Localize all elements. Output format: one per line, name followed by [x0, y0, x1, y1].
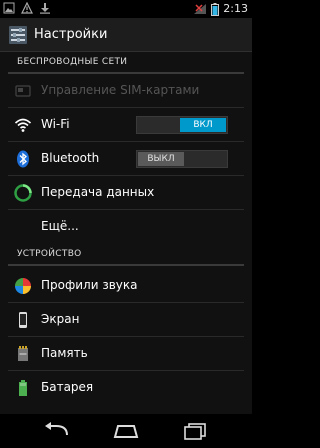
battery-status-icon: [211, 2, 220, 16]
no-signal-icon: [194, 4, 207, 14]
bluetooth-icon: [17, 150, 29, 168]
settings-item-label: Профили звука: [41, 278, 138, 292]
warning-icon: [21, 2, 33, 14]
toggle-label: ВЫКЛ: [138, 152, 184, 166]
battery-icon: [19, 380, 27, 396]
settings-item-label: Ещё...: [41, 219, 79, 233]
sound-profiles-icon: [15, 278, 31, 294]
section-label: УСТРОЙСТВО: [17, 249, 82, 259]
settings-item-label: Память: [41, 346, 88, 360]
settings-item-storage[interactable]: Память: [0, 337, 252, 371]
sim-card-icon: [15, 85, 31, 97]
settings-list: БЕСПРОВОДНЫЕ СЕТИ Управление SIM-картами…: [0, 52, 252, 414]
status-bar: 2:13: [0, 0, 252, 18]
home-icon[interactable]: [111, 421, 141, 441]
section-header-device: УСТРОЙСТВО: [0, 244, 252, 266]
action-bar: Настройки: [0, 18, 252, 52]
settings-item-battery[interactable]: Батарея: [0, 371, 252, 405]
settings-item-more[interactable]: Ещё...: [0, 210, 252, 244]
settings-item-label: Передача данных: [41, 185, 155, 199]
toggle-label: ВКЛ: [180, 118, 226, 132]
settings-item-sound-profiles[interactable]: Профили звука: [0, 269, 252, 303]
settings-item-data-usage[interactable]: Передача данных: [0, 176, 252, 210]
recent-apps-icon[interactable]: [180, 421, 210, 441]
data-usage-icon: [14, 184, 32, 202]
wifi-toggle[interactable]: ВКЛ: [136, 116, 228, 134]
settings-item-label: Wi-Fi: [41, 117, 70, 131]
section-label: БЕСПРОВОДНЫЕ СЕТИ: [17, 57, 128, 67]
back-icon[interactable]: [42, 421, 72, 441]
settings-item-bluetooth[interactable]: Bluetooth ВЫКЛ: [0, 142, 252, 176]
page-title: Настройки: [34, 27, 108, 42]
bluetooth-toggle[interactable]: ВЫКЛ: [136, 150, 228, 168]
settings-item-label: Батарея: [41, 380, 94, 394]
wifi-icon: [14, 118, 32, 132]
settings-item-label: Экран: [41, 312, 80, 326]
settings-item-label: Bluetooth: [41, 151, 100, 165]
image-icon: [3, 2, 15, 14]
storage-icon: [18, 346, 28, 361]
settings-item-label: Управление SIM-картами: [41, 83, 200, 97]
clock: 2:13: [223, 2, 248, 15]
display-icon: [19, 312, 27, 328]
download-icon: [40, 3, 50, 14]
section-header-wireless: БЕСПРОВОДНЫЕ СЕТИ: [0, 52, 252, 74]
section-divider: [8, 264, 244, 266]
settings-item-sim: Управление SIM-картами: [0, 74, 252, 108]
settings-item-display[interactable]: Экран: [0, 303, 252, 337]
navigation-bar: [0, 414, 252, 448]
settings-item-wifi[interactable]: Wi-Fi ВКЛ: [0, 108, 252, 142]
settings-icon[interactable]: [8, 25, 28, 45]
